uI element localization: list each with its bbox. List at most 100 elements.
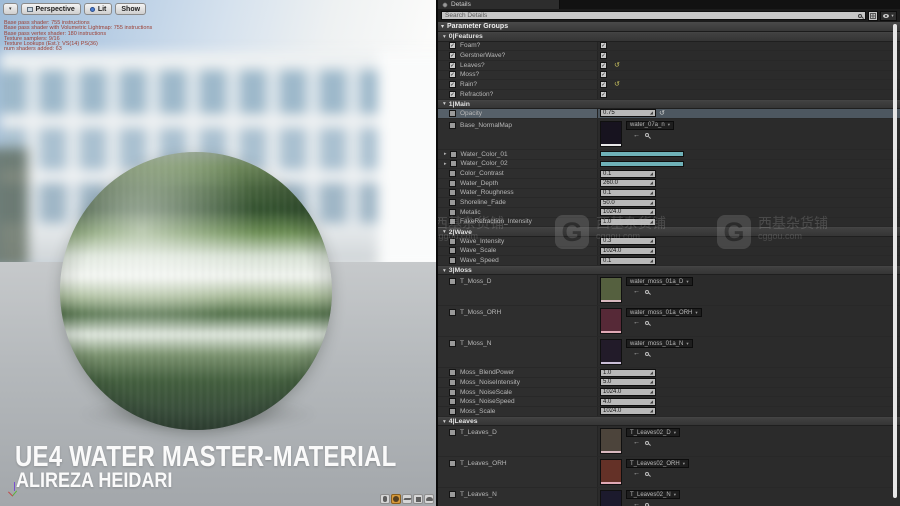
- use-selected-asset-icon[interactable]: ←: [633, 288, 640, 295]
- override-checkbox[interactable]: [449, 389, 456, 396]
- value-spinbox[interactable]: 50.0◢: [600, 199, 656, 207]
- browse-asset-icon[interactable]: [645, 352, 649, 356]
- value-checkbox[interactable]: ✓: [600, 91, 607, 98]
- texture-thumbnail[interactable]: [600, 339, 622, 365]
- asset-dropdown[interactable]: T_Leaves02_ORH▾: [626, 459, 689, 468]
- param-row-scalar[interactable]: Shoreline_Fade50.0◢: [438, 198, 900, 208]
- reset-to-default-icon[interactable]: ↺: [614, 62, 620, 69]
- param-row-scalar[interactable]: FakeRefraction_Intensity1.0◢: [438, 218, 900, 228]
- reset-to-default-icon[interactable]: ↺: [614, 81, 620, 88]
- asset-dropdown[interactable]: T_Leaves02_N▾: [626, 490, 680, 499]
- param-row-check[interactable]: ✓GerstnerWave?✓: [438, 51, 900, 61]
- value-spinbox[interactable]: 260.0◢: [600, 179, 656, 187]
- override-checkbox[interactable]: [449, 189, 456, 196]
- texture-thumbnail[interactable]: [600, 490, 622, 506]
- param-row-scalar[interactable]: Moss_NoiseSpeed4.0◢: [438, 397, 900, 407]
- browse-asset-icon[interactable]: [645, 321, 649, 325]
- collapse-arrow-icon[interactable]: ▾: [443, 229, 446, 235]
- value-spinbox[interactable]: 4.0◢: [600, 398, 656, 406]
- param-row-scalar[interactable]: Wave_Scale1024.0◢: [438, 247, 900, 257]
- override-checkbox[interactable]: [449, 257, 456, 264]
- texture-thumbnail[interactable]: [600, 277, 622, 303]
- show-button[interactable]: Show: [115, 3, 146, 15]
- use-selected-asset-icon[interactable]: ←: [633, 132, 640, 139]
- asset-dropdown[interactable]: water_07a_n▾: [626, 121, 674, 130]
- override-checkbox[interactable]: [449, 340, 456, 347]
- override-checkbox[interactable]: [450, 160, 457, 167]
- param-row-texture[interactable]: T_Moss_Nwater_moss_01a_N▾←: [438, 337, 900, 368]
- perspective-button[interactable]: Perspective: [21, 3, 81, 15]
- view-options-button[interactable]: [868, 11, 878, 21]
- param-row-scalar[interactable]: Opacity0.75◢↺: [438, 109, 900, 119]
- override-checkbox[interactable]: [449, 491, 456, 498]
- collapse-arrow-icon[interactable]: ▾: [443, 34, 446, 40]
- texture-thumbnail[interactable]: [600, 428, 622, 454]
- parameter-groups-header[interactable]: ▾ Parameter Groups: [438, 22, 900, 32]
- expander-icon[interactable]: ▸: [444, 161, 447, 167]
- value-spinbox[interactable]: 1024.0◢: [600, 208, 656, 216]
- param-row-check[interactable]: ✓Foam?✓: [438, 42, 900, 52]
- override-checkbox[interactable]: [449, 218, 456, 225]
- viewport-options-button[interactable]: ▾: [3, 3, 18, 15]
- param-row-scalar[interactable]: Moss_BlendPower1.0◢: [438, 368, 900, 378]
- override-checkbox[interactable]: [449, 429, 456, 436]
- param-row-scalar[interactable]: Moss_Scale1024.0◢: [438, 407, 900, 417]
- use-selected-asset-icon[interactable]: ←: [633, 501, 640, 506]
- param-row-scalar[interactable]: Moss_NoiseIntensity5.0◢: [438, 378, 900, 388]
- override-checkbox[interactable]: [449, 110, 456, 117]
- preview-shape-teapot-button[interactable]: [424, 494, 434, 504]
- override-checkbox[interactable]: ✓: [449, 71, 456, 78]
- expander-icon[interactable]: ▸: [444, 151, 447, 157]
- group-header[interactable]: ▾0|Features: [438, 32, 900, 42]
- override-checkbox[interactable]: ✓: [449, 42, 456, 49]
- group-header[interactable]: ▾4|Leaves: [438, 417, 900, 427]
- material-preview-sphere[interactable]: [60, 152, 332, 430]
- search-input[interactable]: [445, 12, 858, 20]
- color-swatch[interactable]: [600, 151, 684, 157]
- param-row-check[interactable]: ✓Refraction?✓: [438, 90, 900, 100]
- scrollbar[interactable]: [893, 24, 897, 498]
- param-row-check[interactable]: ✓Rain?✓↺: [438, 80, 900, 90]
- group-header[interactable]: ▾1|Main: [438, 100, 900, 110]
- browse-asset-icon[interactable]: [645, 441, 649, 445]
- param-row-scalar[interactable]: Water_Roughness0.1◢: [438, 189, 900, 199]
- group-header[interactable]: ▾2|Wave: [438, 227, 900, 237]
- group-header[interactable]: ▾3|Moss: [438, 266, 900, 276]
- browse-asset-icon[interactable]: [645, 133, 649, 137]
- visibility-filter-button[interactable]: ▾: [880, 11, 897, 21]
- param-row-scalar[interactable]: Wave_Intensity0.3◢: [438, 237, 900, 247]
- param-row-texture[interactable]: T_Leaves_ORHT_Leaves02_ORH▾←: [438, 457, 900, 488]
- value-spinbox[interactable]: 1.0◢: [600, 369, 656, 377]
- param-row-scalar[interactable]: Water_Depth260.0◢: [438, 179, 900, 189]
- override-checkbox[interactable]: [449, 238, 456, 245]
- param-row-scalar[interactable]: Color_Contrast0.1◢: [438, 169, 900, 179]
- use-selected-asset-icon[interactable]: ←: [633, 319, 640, 326]
- param-row-color[interactable]: ▸Water_Color_02: [438, 160, 900, 170]
- lit-mode-button[interactable]: Lit: [84, 3, 113, 15]
- value-spinbox[interactable]: 1024.0◢: [600, 407, 656, 415]
- use-selected-asset-icon[interactable]: ←: [633, 439, 640, 446]
- asset-dropdown[interactable]: water_moss_01a_N▾: [626, 339, 693, 348]
- asset-dropdown[interactable]: T_Leaves02_D▾: [626, 428, 680, 437]
- override-checkbox[interactable]: ✓: [449, 91, 456, 98]
- value-spinbox[interactable]: 0.1◢: [600, 170, 656, 178]
- reset-to-default-icon[interactable]: ↺: [659, 110, 665, 117]
- search-box[interactable]: [441, 11, 866, 20]
- browse-asset-icon[interactable]: [645, 472, 649, 476]
- param-row-scalar[interactable]: Metalic1024.0◢: [438, 208, 900, 218]
- param-row-texture[interactable]: T_Leaves_DT_Leaves02_D▾←: [438, 426, 900, 457]
- value-checkbox[interactable]: ✓: [600, 62, 607, 69]
- color-swatch[interactable]: [600, 161, 684, 167]
- preview-viewport[interactable]: ▾ Perspective Lit Show Base pass shader:…: [0, 0, 436, 506]
- texture-thumbnail[interactable]: [600, 459, 622, 485]
- override-checkbox[interactable]: [450, 151, 457, 158]
- value-checkbox[interactable]: ✓: [600, 71, 607, 78]
- value-spinbox[interactable]: 0.3◢: [600, 237, 656, 245]
- value-spinbox[interactable]: 0.1◢: [600, 257, 656, 265]
- param-row-check[interactable]: ✓Moss?✓: [438, 71, 900, 81]
- asset-dropdown[interactable]: water_moss_01a_ORH▾: [626, 308, 702, 317]
- value-spinbox[interactable]: 1024.0◢: [600, 247, 656, 255]
- preview-shape-cube-button[interactable]: [413, 494, 423, 504]
- override-checkbox[interactable]: [449, 369, 456, 376]
- param-row-color[interactable]: ▸Water_Color_01: [438, 150, 900, 160]
